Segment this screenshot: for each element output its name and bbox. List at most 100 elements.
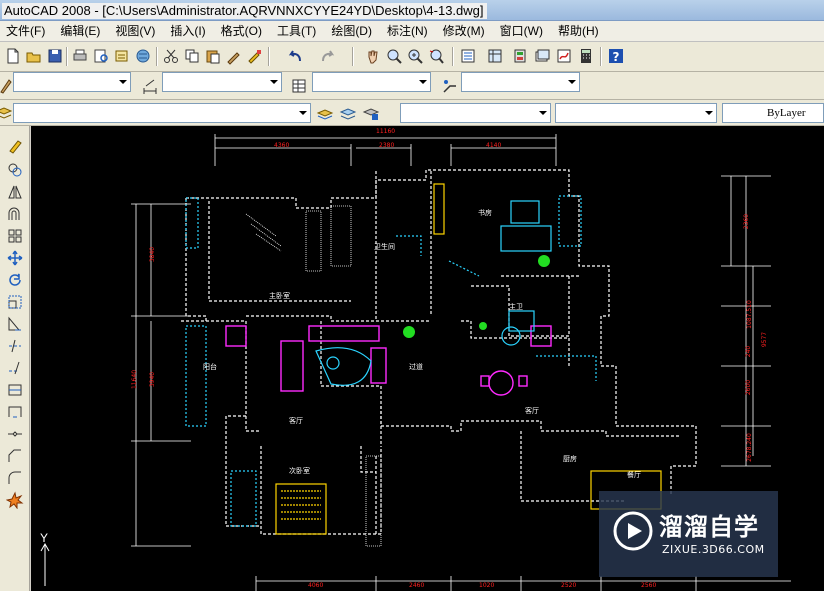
sheet-set-icon[interactable]	[532, 46, 552, 66]
room-label-balcony: 阳台	[203, 363, 217, 371]
dim-right-2: 1087.510	[745, 300, 753, 329]
paste-icon[interactable]	[203, 46, 223, 66]
watermark-brand: 溜溜自学	[659, 513, 759, 541]
undo-icon[interactable]	[285, 46, 305, 66]
publish-icon[interactable]	[112, 46, 132, 66]
help-icon[interactable]: ?	[606, 46, 626, 66]
dim-bottom-1: 4060	[308, 582, 324, 589]
dim-bottom-3: 1020	[479, 582, 495, 589]
copy-icon[interactable]	[182, 46, 202, 66]
room-label-study: 书房	[478, 209, 492, 217]
stretch-icon[interactable]	[5, 314, 25, 334]
dim-left-2: 3940	[149, 371, 157, 388]
design-center-icon[interactable]	[485, 46, 505, 66]
dim-top-1: 4360	[274, 142, 290, 149]
copy-object-icon[interactable]	[5, 160, 25, 180]
zoom-realtime-icon[interactable]	[384, 46, 404, 66]
table-style-icon[interactable]	[289, 76, 309, 96]
offset-icon[interactable]	[5, 204, 25, 224]
block-editor-icon[interactable]	[245, 46, 265, 66]
trim-icon[interactable]	[5, 336, 25, 356]
dim-top-2: 2380	[379, 142, 395, 149]
move-icon[interactable]	[5, 248, 25, 268]
menu-view[interactable]: 视图(V)	[109, 21, 164, 41]
break-at-point-icon[interactable]	[5, 380, 25, 400]
menu-dimension[interactable]: 标注(N)	[381, 21, 437, 41]
plot-preview-icon[interactable]	[91, 46, 111, 66]
menu-edit[interactable]: 编辑(E)	[54, 21, 109, 41]
properties-icon[interactable]	[458, 46, 478, 66]
dim-bottom-5: 2560	[641, 582, 657, 589]
tool-palettes-icon[interactable]	[510, 46, 530, 66]
room-label-dining: 餐厅	[627, 471, 641, 479]
ucs-y-label: Y	[40, 531, 49, 545]
dim-bottom-4: 2520	[561, 582, 577, 589]
title-bar: AutoCAD 2008 - [C:\Users\Administrator.A…	[0, 0, 824, 21]
drawing-canvas[interactable]: 11160 4360 2380 4140 3840 11640 3940 236…	[31, 126, 824, 591]
watermark-url: ZIXUE.3D66.COM	[662, 543, 765, 556]
new-file-icon[interactable]	[3, 46, 23, 66]
dimension-style-select[interactable]	[162, 72, 282, 92]
markup-set-icon[interactable]	[554, 46, 574, 66]
dim-right-total: 9577	[761, 331, 769, 348]
text-style-select[interactable]	[13, 72, 131, 92]
erase-icon[interactable]	[5, 136, 25, 156]
cut-icon[interactable]	[161, 46, 181, 66]
watermark: 溜溜自学 ZIXUE.3D66.COM	[599, 491, 778, 577]
rotate-icon[interactable]	[5, 270, 25, 290]
dim-bottom-2: 2460	[409, 582, 425, 589]
explode-icon[interactable]	[5, 490, 25, 510]
linetype-control-select[interactable]	[555, 103, 717, 123]
menu-help[interactable]: 帮助(H)	[552, 21, 608, 41]
layer-states-icon[interactable]	[361, 103, 381, 123]
menu-window[interactable]: 窗口(W)	[494, 21, 552, 41]
pan-realtime-icon[interactable]	[363, 46, 383, 66]
dim-right-3: 240	[745, 345, 753, 358]
fillet-icon[interactable]	[5, 468, 25, 488]
table-style-select[interactable]	[312, 72, 431, 92]
room-label-living-room: 客厅	[289, 417, 303, 425]
room-label-second-bedroom: 次卧室	[289, 467, 310, 475]
room-label-hallway: 过道	[409, 363, 423, 371]
match-properties-icon[interactable]	[224, 46, 244, 66]
room-label-bathroom: 卫生间	[374, 243, 395, 251]
menu-modify[interactable]: 修改(M)	[437, 21, 494, 41]
standard-toolbar: ?	[0, 42, 824, 72]
menu-format[interactable]: 格式(O)	[215, 21, 271, 41]
extend-icon[interactable]	[5, 358, 25, 378]
dimension-style-icon[interactable]	[140, 76, 160, 96]
menu-bar: 文件(F) 编辑(E) 视图(V) 插入(I) 格式(O) 工具(T) 绘图(D…	[0, 21, 824, 42]
dim-left-total: 11640	[131, 369, 139, 390]
join-icon[interactable]	[5, 424, 25, 444]
multileader-style-icon[interactable]	[440, 76, 460, 96]
menu-tools[interactable]: 工具(T)	[271, 21, 325, 41]
lineweight-control-select[interactable]: ByLayer	[722, 103, 824, 123]
publish-web-icon[interactable]	[133, 46, 153, 66]
zoom-previous-icon[interactable]	[426, 46, 446, 66]
layer-manager-icon[interactable]	[0, 103, 14, 123]
array-icon[interactable]	[5, 226, 25, 246]
modify-toolbar	[0, 126, 30, 591]
menu-draw[interactable]: 绘图(D)	[325, 21, 381, 41]
multileader-style-select[interactable]	[461, 72, 580, 92]
menu-insert[interactable]: 插入(I)	[164, 21, 214, 41]
break-icon[interactable]	[5, 402, 25, 422]
room-label-kitchen: 厨房	[563, 455, 577, 463]
chamfer-icon[interactable]	[5, 446, 25, 466]
scale-icon[interactable]	[5, 292, 25, 312]
print-icon[interactable]	[70, 46, 90, 66]
dim-right-5: 2678.240	[745, 433, 753, 462]
zoom-window-icon[interactable]	[405, 46, 425, 66]
layer-previous-icon[interactable]	[338, 103, 358, 123]
dim-total-top: 11160	[376, 128, 396, 135]
svg-text:?: ?	[613, 50, 620, 64]
layer-select[interactable]	[13, 103, 311, 123]
save-icon[interactable]	[45, 46, 65, 66]
mirror-icon[interactable]	[5, 182, 25, 202]
calculator-icon[interactable]	[576, 46, 596, 66]
color-control-select[interactable]	[400, 103, 551, 123]
room-label-living-room-2: 客厅	[525, 407, 539, 415]
menu-file[interactable]: 文件(F)	[0, 21, 54, 41]
open-file-icon[interactable]	[24, 46, 44, 66]
make-current-layer-icon[interactable]	[315, 103, 335, 123]
